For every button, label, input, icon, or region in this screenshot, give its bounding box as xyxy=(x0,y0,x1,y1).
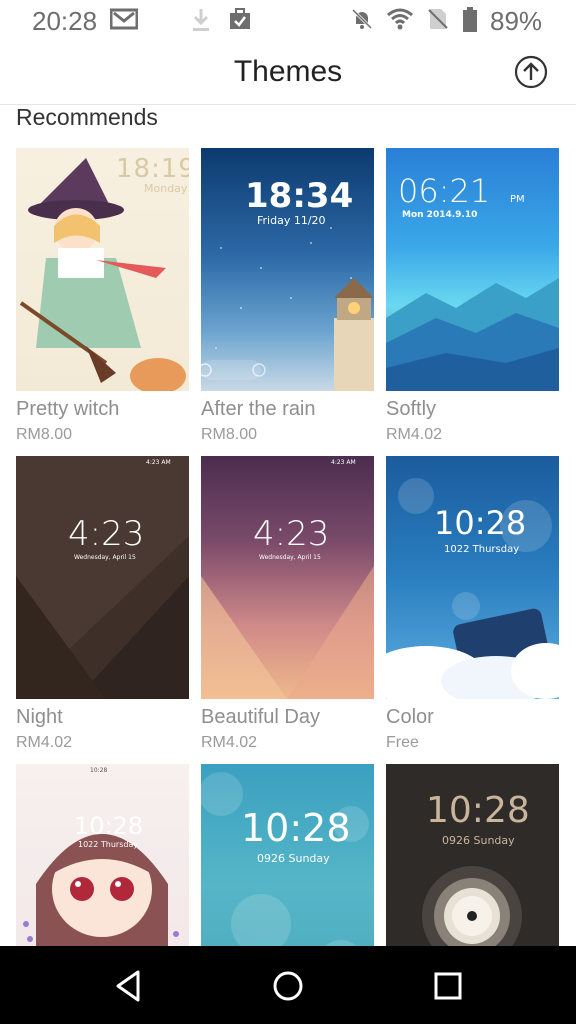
theme-card-night[interactable]: 4:23 AM 4:23 Wednesday, April 15 Night R… xyxy=(16,456,189,751)
thumb-clock: 4:23 xyxy=(68,514,145,554)
thumb-clock-sub: Friday 11/20 xyxy=(257,214,326,227)
recents-button[interactable] xyxy=(428,966,468,1006)
thumb-status-time: 4:23 AM xyxy=(146,459,171,466)
theme-name: Beautiful Day xyxy=(201,706,320,728)
theme-card-after-the-rain[interactable]: 18:34 Friday 11/20 After the rain RM8.00 xyxy=(201,148,374,443)
battery-icon xyxy=(462,7,478,40)
theme-card-color[interactable]: 10:28 1022 Thursday Color Free xyxy=(386,456,559,751)
back-button[interactable] xyxy=(108,966,148,1006)
thumb-clock: 06:21 xyxy=(398,172,491,210)
thumb-clock: 4:23 xyxy=(253,514,330,554)
theme-card-beautiful-day[interactable]: 4:23 AM 4:23 Wednesday, April 15 Beautif… xyxy=(201,456,374,751)
home-circle-icon xyxy=(273,971,303,1001)
thumb-clock: 10:28 xyxy=(241,806,351,850)
thumb-clock-sub: Wednesday, April 15 xyxy=(259,554,321,561)
theme-thumbnail[interactable]: 18:34 Friday 11/20 xyxy=(201,148,374,391)
gmail-icon xyxy=(109,7,139,38)
mute-icon xyxy=(350,7,374,38)
theme-name: After the rain xyxy=(201,398,316,420)
thumb-clock-sub: Mon 2014.9.10 xyxy=(402,210,478,220)
theme-name: Color xyxy=(386,706,434,728)
section-title: Recommends xyxy=(16,104,158,130)
theme-name: Night xyxy=(16,706,63,728)
theme-name: Pretty witch xyxy=(16,398,120,420)
theme-price: RM4.02 xyxy=(386,426,443,443)
thumb-clock-sub: 1022 Thursday xyxy=(444,544,520,555)
back-triangle-icon xyxy=(116,970,140,1002)
theme-price: RM8.00 xyxy=(201,426,258,443)
theme-thumbnail[interactable]: 18:19 Monday xyxy=(16,148,189,391)
status-time: 20:28 xyxy=(32,6,98,36)
thumb-clock: 18:34 xyxy=(245,176,354,216)
thumb-clock-sub: 0926 Sunday xyxy=(442,834,515,847)
theme-thumbnail[interactable]: 06:21 PM Mon 2014.9.10 xyxy=(386,148,559,391)
battery-percent: 89% xyxy=(490,6,543,36)
app-header: Themes xyxy=(0,42,576,105)
theme-name: Softly xyxy=(386,398,437,420)
arrow-up-circle-icon xyxy=(514,55,548,89)
thumb-status-time: 10:28 xyxy=(90,767,108,774)
recents-square-icon xyxy=(434,972,462,1000)
status-bar: 20:28 89% xyxy=(0,0,576,42)
thumb-clock-sub: Wednesday, April 15 xyxy=(74,554,136,561)
screen: 20:28 89% Themes Recommends 18:19 Monday… xyxy=(0,0,576,1024)
theme-price: RM4.02 xyxy=(201,734,258,751)
home-button[interactable] xyxy=(268,966,308,1006)
theme-thumbnail[interactable]: 10:28 1022 Thursday xyxy=(386,456,559,699)
briefcase-check-icon xyxy=(228,7,252,38)
thumb-clock: 10:28 xyxy=(426,790,530,831)
theme-price: Free xyxy=(386,734,419,751)
no-sim-icon xyxy=(428,7,448,38)
download-icon xyxy=(190,7,212,40)
thumb-clock-sub: 1022 Thursday xyxy=(78,840,139,849)
wifi-icon xyxy=(386,7,414,38)
theme-card-softly[interactable]: 06:21 PM Mon 2014.9.10 Softly RM4.02 xyxy=(386,148,559,443)
theme-thumbnail[interactable]: 4:23 AM 4:23 Wednesday, April 15 xyxy=(16,456,189,699)
thumb-clock: 18:19 xyxy=(116,154,189,184)
theme-price: RM8.00 xyxy=(16,426,73,443)
navigation-bar xyxy=(0,946,576,1024)
thumb-clock-ampm: PM xyxy=(510,194,525,205)
thumb-clock-sub: 0926 Sunday xyxy=(257,852,330,865)
thumb-clock: 10:28 xyxy=(434,504,527,542)
thumb-status-time: 4:23 AM xyxy=(331,459,356,466)
upload-button[interactable] xyxy=(514,55,548,89)
theme-thumbnail[interactable]: 4:23 AM 4:23 Wednesday, April 15 xyxy=(201,456,374,699)
thumb-clock-sub: Monday xyxy=(144,182,188,195)
theme-card-pretty-witch[interactable]: 18:19 Monday Pretty witch RM8.00 xyxy=(16,148,189,443)
theme-price: RM4.02 xyxy=(16,734,73,751)
thumb-clock: 10:28 xyxy=(74,812,144,840)
page-title: Themes xyxy=(233,55,343,88)
